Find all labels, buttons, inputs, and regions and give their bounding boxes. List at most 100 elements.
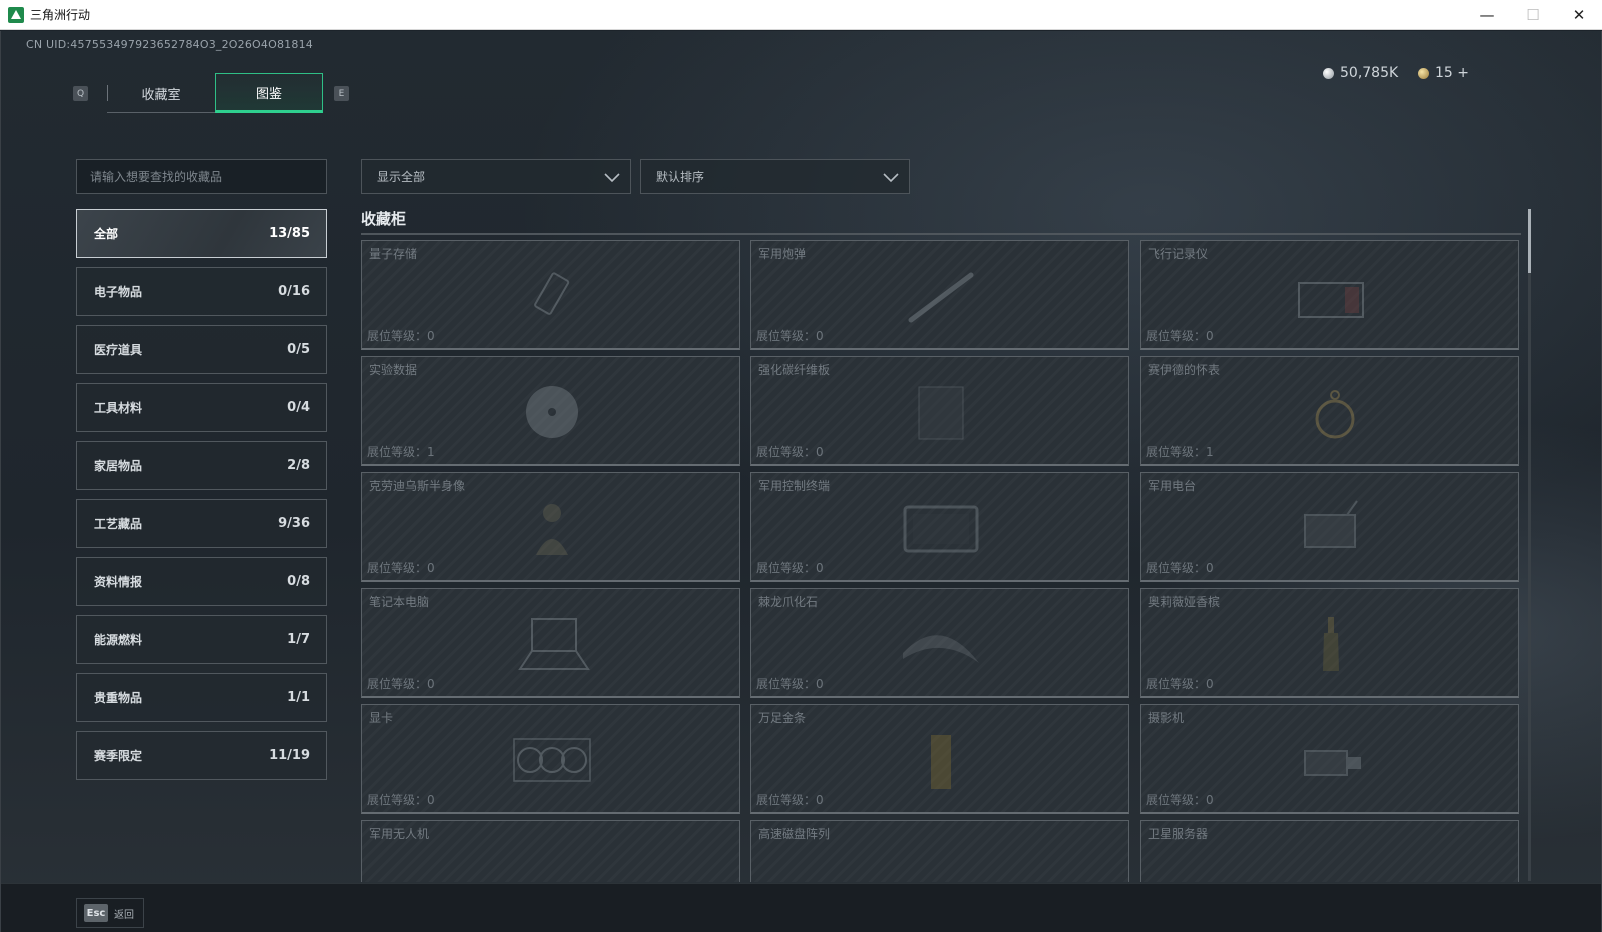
- category-label: 电子物品: [94, 285, 143, 299]
- item-level: 展位等级：0: [367, 329, 435, 343]
- item-name: 军用无人机: [369, 827, 430, 841]
- collection-card[interactable]: 军用控制终端 展位等级：0: [750, 472, 1129, 582]
- collection-card[interactable]: 万足金条 展位等级：0: [750, 704, 1129, 814]
- search-input[interactable]: 请输入想要查找的收藏品: [76, 159, 327, 194]
- category-crafts[interactable]: 工艺藏品 9/36: [76, 499, 327, 548]
- category-all[interactable]: 全部 13/85: [76, 209, 327, 258]
- collection-card[interactable]: 卫星服务器: [1140, 820, 1519, 882]
- item-name: 强化碳纤维板: [758, 363, 831, 377]
- item-level: 展位等级：0: [367, 793, 435, 807]
- item-level: 展位等级：0: [1146, 329, 1214, 343]
- category-medical[interactable]: 医疗道具 0/5: [76, 325, 327, 374]
- item-level: 展位等级：1: [367, 445, 435, 459]
- item-name: 卫星服务器: [1148, 827, 1209, 841]
- cabinet-scrollbar[interactable]: [1528, 209, 1531, 881]
- item-level: 展位等级：1: [1146, 445, 1214, 459]
- collection-card[interactable]: 军用电台 展位等级：0: [1140, 472, 1519, 582]
- champagne-bottle-icon: [1323, 617, 1339, 671]
- item-name: 军用电台: [1148, 479, 1197, 493]
- tab-catalog[interactable]: 图鉴: [215, 73, 323, 113]
- category-valuables[interactable]: 贵重物品 1/1: [76, 673, 327, 722]
- category-label: 资料情报: [94, 575, 143, 589]
- collection-card[interactable]: 棘龙爪化石 展位等级：0: [750, 588, 1129, 698]
- bottom-bar: Esc 返回: [1, 883, 1601, 932]
- item-name: 高速磁盘阵列: [758, 827, 831, 841]
- window-controls: — ☐ ✕: [1464, 0, 1602, 30]
- collection-card[interactable]: 摄影机 展位等级：0: [1140, 704, 1519, 814]
- chevron-down-icon: [883, 173, 899, 183]
- key-hint-e: E: [334, 86, 349, 101]
- item-level: 展位等级：0: [756, 445, 824, 459]
- artillery-shell-icon: [908, 272, 974, 323]
- category-season[interactable]: 赛季限定 11/19: [76, 731, 327, 780]
- category-label: 工艺藏品: [94, 517, 143, 531]
- collection-card[interactable]: 笔记本电脑 展位等级：0: [361, 588, 740, 698]
- gold-currency-value[interactable]: 15 +: [1435, 65, 1469, 81]
- item-name: 万足金条: [758, 711, 807, 725]
- category-label: 家居物品: [94, 459, 143, 473]
- collection-card[interactable]: 强化碳纤维板 展位等级：0: [750, 356, 1129, 466]
- usb-drive-icon: [534, 272, 570, 315]
- window-title: 三角洲行动: [30, 8, 91, 22]
- silver-currency: 50,785K: [1323, 65, 1398, 81]
- item-level: 展位等级：0: [367, 561, 435, 575]
- bust-statue-icon: [536, 504, 568, 555]
- item-name: 摄影机: [1148, 711, 1185, 725]
- close-button[interactable]: ✕: [1556, 0, 1602, 30]
- item-name: 棘龙爪化石: [758, 595, 819, 609]
- category-household[interactable]: 家居物品 2/8: [76, 441, 327, 490]
- collection-card[interactable]: 高速磁盘阵列: [750, 820, 1129, 882]
- silver-coin-icon: [1323, 67, 1334, 79]
- category-electronics[interactable]: 电子物品 0/16: [76, 267, 327, 316]
- item-level: 展位等级：0: [756, 561, 824, 575]
- category-label: 工具材料: [94, 401, 143, 415]
- category-tools[interactable]: 工具材料 0/4: [76, 383, 327, 432]
- category-count: 1/1: [287, 690, 310, 705]
- category-label: 能源燃料: [94, 633, 143, 647]
- collection-card[interactable]: 量子存储 展位等级：0: [361, 240, 740, 350]
- category-energy[interactable]: 能源燃料 1/7: [76, 615, 327, 664]
- display-filter-dropdown[interactable]: 显示全部: [361, 159, 631, 194]
- category-count: 0/5: [287, 342, 310, 357]
- laptop-icon: [518, 618, 590, 670]
- item-level: 展位等级：0: [367, 677, 435, 691]
- esc-key-hint: Esc: [84, 904, 108, 922]
- collection-card[interactable]: 军用炮弹 展位等级：0: [750, 240, 1129, 350]
- category-label: 全部: [94, 227, 119, 241]
- collection-card[interactable]: 克劳迪乌斯半身像 展位等级：0: [361, 472, 740, 582]
- collection-card[interactable]: 飞行记录仪 展位等级：0: [1140, 240, 1519, 350]
- back-button[interactable]: Esc 返回: [76, 898, 144, 928]
- cabinet-grid[interactable]: 量子存储 展位等级：0 军用炮弹 展位等级：0 飞行记录仪 展位等级：0 实验数…: [361, 240, 1521, 882]
- sort-dropdown[interactable]: 默认排序: [640, 159, 910, 194]
- gold-bar-icon: [931, 735, 951, 789]
- collection-card[interactable]: 实验数据 展位等级：1: [361, 356, 740, 466]
- silver-currency-value: 50,785K: [1340, 65, 1399, 81]
- item-level: 展位等级：0: [756, 329, 824, 343]
- flight-recorder-icon: [1298, 282, 1364, 318]
- item-name: 赛伊德的怀表: [1148, 363, 1221, 377]
- item-level: 展位等级：0: [1146, 793, 1214, 807]
- item-name: 奥莉薇娅香槟: [1148, 595, 1221, 609]
- cabinet-scrollbar-thumb[interactable]: [1528, 209, 1531, 273]
- pocket-watch-icon: [1315, 390, 1355, 439]
- category-count: 0/8: [287, 574, 310, 589]
- claw-fossil-icon: [903, 635, 979, 663]
- category-label: 医疗道具: [94, 343, 143, 357]
- key-hint-q: Q: [73, 86, 88, 101]
- category-intel[interactable]: 资料情报 0/8: [76, 557, 327, 606]
- category-count: 13/85: [269, 226, 310, 241]
- minimize-button[interactable]: —: [1464, 0, 1510, 30]
- top-tabs: 收藏室 图鉴: [107, 73, 323, 113]
- collection-card[interactable]: 军用无人机: [361, 820, 740, 882]
- tab-collection-room[interactable]: 收藏室: [107, 73, 215, 113]
- category-count: 0/16: [278, 284, 310, 299]
- sort-value: 默认排序: [656, 170, 705, 184]
- maximize-button[interactable]: ☐: [1510, 0, 1556, 30]
- chevron-down-icon: [604, 173, 620, 183]
- item-level: 展位等级：0: [1146, 561, 1214, 575]
- collection-card[interactable]: 赛伊德的怀表 展位等级：1: [1140, 356, 1519, 466]
- gold-currency[interactable]: 15 +: [1418, 65, 1469, 81]
- collection-card[interactable]: 显卡 展位等级：0: [361, 704, 740, 814]
- collection-card[interactable]: 奥莉薇娅香槟 展位等级：0: [1140, 588, 1519, 698]
- item-name: 军用炮弹: [758, 247, 807, 261]
